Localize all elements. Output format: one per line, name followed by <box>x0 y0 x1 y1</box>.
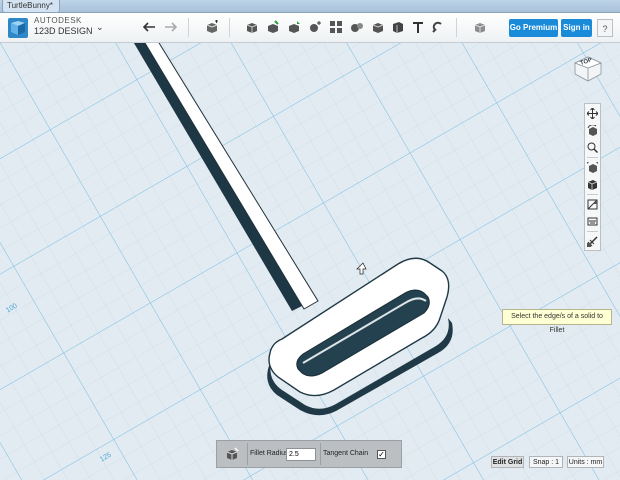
modify-icon[interactable] <box>285 18 303 36</box>
text-icon[interactable] <box>409 18 427 36</box>
app-logo-icon[interactable] <box>7 17 29 39</box>
group-icon[interactable] <box>327 18 345 36</box>
chevron-down-icon[interactable]: ⌄ <box>96 22 104 33</box>
brand-autodesk: AUTODESK <box>34 16 82 25</box>
orbit-icon[interactable] <box>586 124 599 137</box>
redo-icon[interactable] <box>161 18 179 36</box>
snap-setting[interactable]: Snap : 1 <box>529 456 563 468</box>
sign-in-button[interactable]: Sign in <box>561 19 592 37</box>
fit-icon[interactable] <box>586 161 599 174</box>
fillet-icon[interactable] <box>221 443 243 465</box>
measure-icon[interactable] <box>369 18 387 36</box>
tangent-chain-label: Tangent Chain <box>323 450 369 457</box>
sketch-icon[interactable] <box>243 18 261 36</box>
undo-icon[interactable] <box>141 18 159 36</box>
snap-icon[interactable] <box>429 18 447 36</box>
go-premium-button[interactable]: Go Premium <box>509 19 558 37</box>
materials-view-icon[interactable] <box>586 198 599 211</box>
fillet-hint-tooltip: Select the edge/s of a solid to Fillet <box>502 309 612 334</box>
pan-icon[interactable] <box>586 107 599 120</box>
3d-viewport[interactable]: 100 125 <box>0 43 620 480</box>
primitives-icon[interactable] <box>203 18 221 36</box>
app-brand[interactable]: AUTODESK 123D DESIGN <box>34 16 93 36</box>
perspective-icon[interactable] <box>586 178 599 191</box>
combine-icon[interactable] <box>348 18 366 36</box>
main-toolbar: AUTODESK 123D DESIGN ⌄ Go Premium Sign i… <box>0 13 620 43</box>
help-button[interactable]: ? <box>597 19 613 37</box>
construct-icon[interactable] <box>264 18 282 36</box>
material-icon[interactable] <box>471 18 489 36</box>
pattern-icon[interactable] <box>306 18 324 36</box>
brand-product: 123D DESIGN <box>34 26 93 36</box>
zoom-icon[interactable] <box>586 141 599 154</box>
edit-grid-button[interactable]: Edit Grid <box>491 456 524 468</box>
grid-edit-icon[interactable] <box>586 235 599 248</box>
navigation-bar <box>584 103 601 251</box>
fillet-radius-input[interactable] <box>286 448 316 461</box>
material-cube-icon[interactable] <box>389 18 407 36</box>
window-titlebar: TurtleBunny* <box>0 0 620 13</box>
fillet-panel: Fillet Radius Tangent Chain ✓ <box>216 440 402 468</box>
visibility-icon[interactable] <box>586 215 599 228</box>
units-setting[interactable]: Units : mm <box>567 456 604 468</box>
fillet-radius-label: Fillet Radius <box>250 450 289 457</box>
document-tab[interactable]: TurtleBunny* <box>2 0 60 13</box>
model-scene <box>0 43 620 480</box>
tangent-chain-checkbox[interactable]: ✓ <box>377 450 386 459</box>
